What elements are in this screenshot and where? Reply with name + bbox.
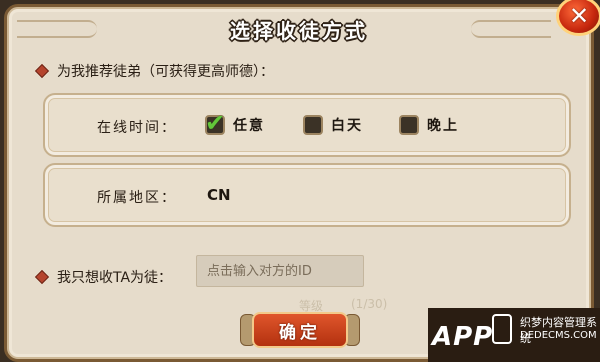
confirm-button-label: 确定 — [279, 322, 321, 343]
checkbox-daytime[interactable] — [303, 115, 323, 135]
watermark-logo: APP 织梦内容管理系统 DEDECMS.COM — [428, 308, 600, 362]
target-section-text: 我只想收TA为徒： — [57, 270, 173, 286]
close-button[interactable]: ✕ — [556, 0, 600, 36]
confirm-button[interactable]: 确定 — [252, 312, 348, 348]
target-section-label: 我只想收TA为徒： — [34, 267, 173, 287]
option-daytime[interactable]: 白天 — [303, 115, 363, 135]
region-label: 所属地区： — [97, 190, 177, 206]
checkbox-evening[interactable] — [399, 115, 419, 135]
option-any-label: 任意 — [233, 118, 265, 134]
diamond-bullet-icon — [34, 63, 50, 79]
dialog-title: 选择收徒方式 — [230, 18, 368, 43]
title-ornament-left — [17, 20, 97, 38]
watermark-brand: APP — [432, 322, 494, 352]
dialog-title-bar: 选择收徒方式 — [7, 7, 591, 51]
diamond-bullet-icon — [34, 269, 50, 285]
phone-icon — [492, 314, 512, 344]
option-evening[interactable]: 晚上 — [399, 115, 459, 135]
recommend-section-label: 为我推荐徒弟（可获得更高师德）： — [34, 61, 274, 81]
checkmark-icon: ✔ — [205, 109, 226, 137]
option-daytime-label: 白天 — [331, 118, 363, 134]
region-value: CN — [207, 186, 231, 204]
watermark-url: DEDECMS.COM — [520, 330, 597, 341]
option-any[interactable]: ✔ 任意 — [205, 109, 265, 137]
online-time-label: 在线时间： — [97, 120, 177, 136]
option-evening-label: 晚上 — [427, 118, 459, 134]
confirm-button-frame: 确定 — [240, 308, 360, 352]
target-id-input[interactable] — [196, 255, 364, 287]
online-time-panel: 在线时间： ✔ 任意 白天 晚上 — [43, 93, 571, 157]
region-panel: 所属地区： CN — [43, 163, 571, 227]
close-icon: ✕ — [568, 2, 590, 30]
title-ornament-right — [471, 20, 551, 38]
recommend-section-text: 为我推荐徒弟（可获得更高师德）： — [57, 64, 274, 80]
checkbox-any[interactable]: ✔ — [205, 109, 225, 137]
